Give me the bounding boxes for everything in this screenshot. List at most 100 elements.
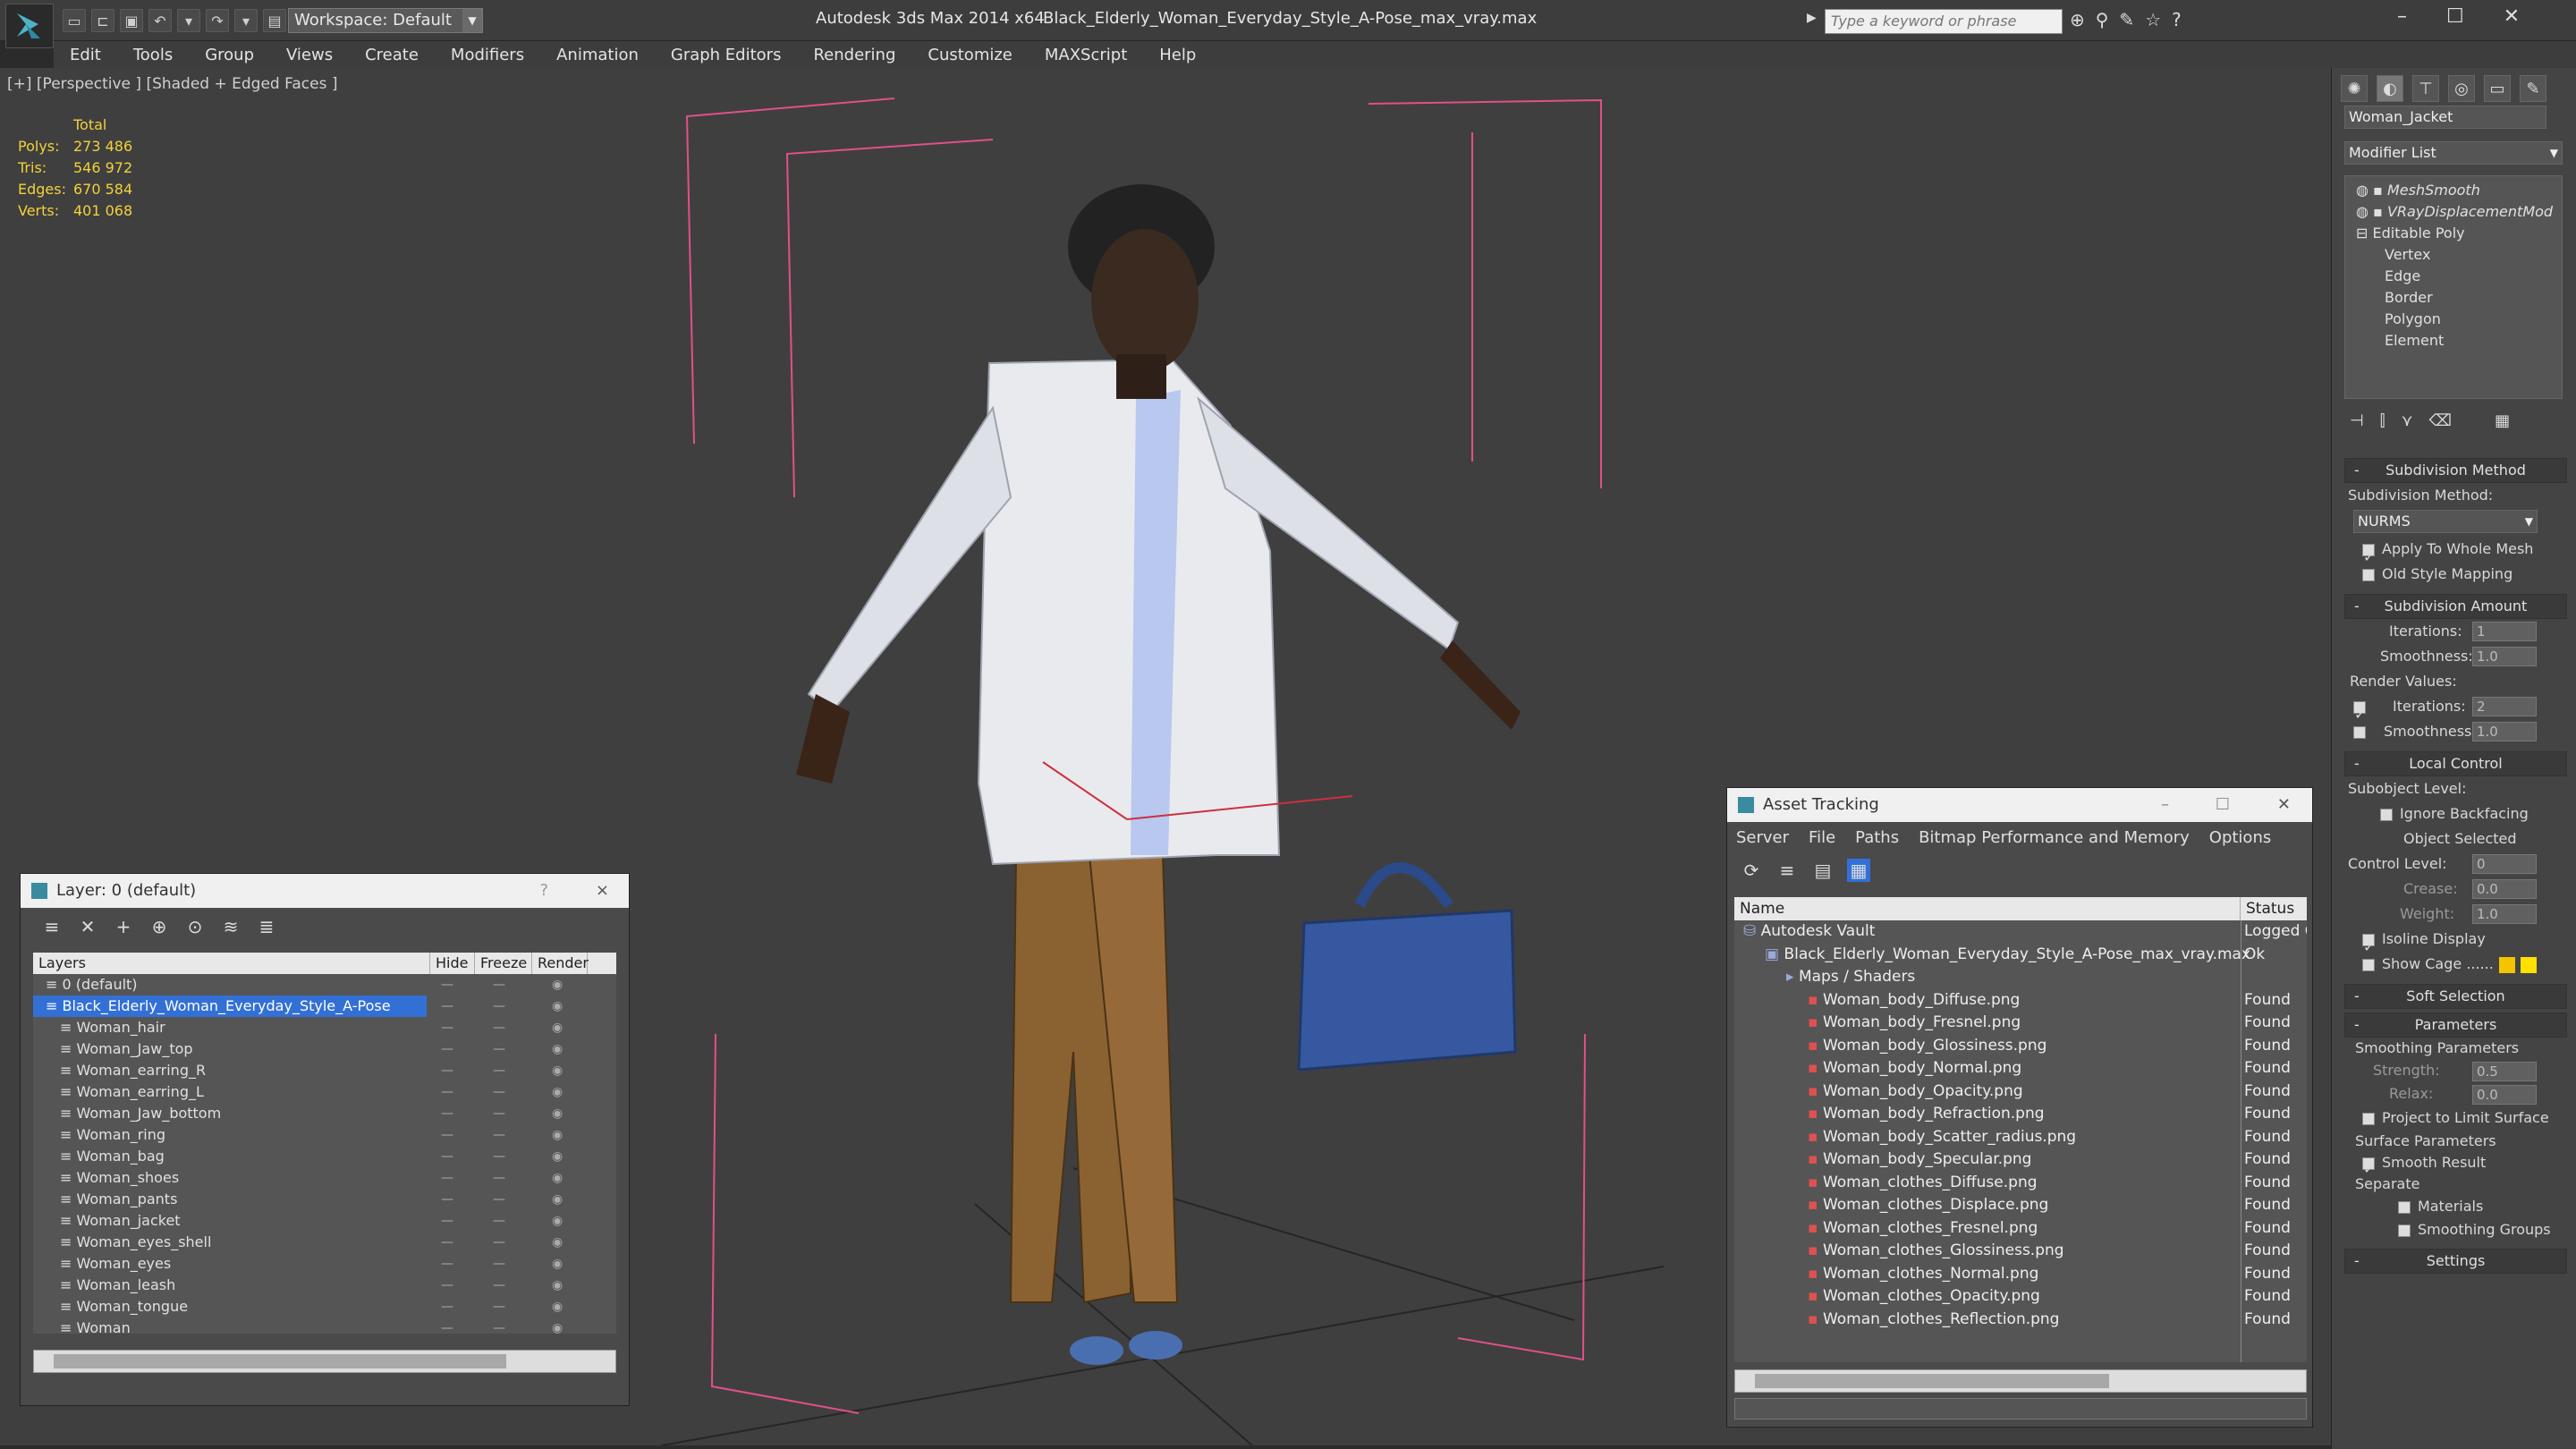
render-toggle-icon[interactable]: ◉: [552, 999, 563, 1013]
col-freeze[interactable]: Freeze: [475, 953, 532, 974]
col-name[interactable]: Name: [1734, 897, 2241, 920]
menu-maxscript[interactable]: MAXScript: [1029, 46, 1143, 64]
asset-row[interactable]: ▣ Black_Elderly_Woman_Everyday_Style_A-P…: [1734, 944, 2307, 967]
freeze-toggle-icon[interactable]: —: [493, 1257, 505, 1271]
hide-toggle-icon[interactable]: —: [441, 1321, 453, 1334]
cage-selected-color-swatch[interactable]: [2520, 956, 2537, 973]
menu-graph-editors[interactable]: Graph Editors: [655, 46, 798, 64]
layer-row[interactable]: ≡ 0 (default) — — ◉: [33, 974, 616, 996]
col-status[interactable]: Status: [2241, 897, 2294, 920]
menu-tools[interactable]: Tools: [117, 46, 189, 64]
layer-row[interactable]: ≡ Woman_earring_R — — ◉: [33, 1060, 616, 1081]
layer-row[interactable]: ≡ Woman_tongue — — ◉: [33, 1296, 616, 1318]
modify-tab-icon[interactable]: ◐: [2377, 75, 2403, 102]
asset-row[interactable]: ▪ Woman_body_Opacity.png Found: [1734, 1080, 2307, 1104]
workspace-dropdown[interactable]: Workspace: Default ▼: [288, 8, 483, 33]
close-icon[interactable]: ✕: [2277, 788, 2291, 822]
create-tab-icon[interactable]: ✺: [2341, 75, 2368, 102]
layer-row[interactable]: ≡ Woman_leash — — ◉: [33, 1275, 616, 1296]
app-logo-button[interactable]: [5, 4, 54, 48]
minimize-icon[interactable]: –: [2397, 5, 2407, 28]
asset-row[interactable]: ▪ Woman_body_Fresnel.png Found: [1734, 1012, 2307, 1035]
render-iterations-spinner[interactable]: 2: [2472, 697, 2537, 716]
freeze-toggle-icon[interactable]: —: [493, 1042, 505, 1056]
asset-menu-paths[interactable]: Paths: [1855, 828, 1899, 847]
hide-toggle-icon[interactable]: —: [441, 1214, 453, 1228]
hide-toggle-icon[interactable]: —: [441, 1063, 453, 1078]
hide-toggle-icon[interactable]: —: [441, 1235, 453, 1250]
menu-rendering[interactable]: Rendering: [797, 46, 911, 64]
minimize-icon[interactable]: –: [2161, 788, 2169, 822]
menu-animation[interactable]: Animation: [540, 46, 655, 64]
render-toggle-icon[interactable]: ◉: [552, 1063, 563, 1078]
layer-row[interactable]: ≡ Woman_pants — — ◉: [33, 1189, 616, 1210]
render-toggle-icon[interactable]: ◉: [552, 1214, 563, 1228]
remove-modifier-icon[interactable]: ⌫: [2429, 411, 2452, 435]
freeze-toggle-icon[interactable]: —: [493, 1171, 505, 1185]
motion-tab-icon[interactable]: ◎: [2448, 75, 2475, 102]
asset-path-field[interactable]: [1734, 1398, 2307, 1419]
layer-row[interactable]: ≡ Woman_jacket — — ◉: [33, 1210, 616, 1232]
table-view-icon[interactable]: ▦: [1847, 859, 1870, 882]
asset-row[interactable]: ▪ Woman_body_Scatter_radius.png Found: [1734, 1126, 2307, 1149]
relax-spinner[interactable]: 0.0: [2472, 1085, 2537, 1105]
hide-toggle-icon[interactable]: —: [441, 1106, 453, 1121]
detail-view-icon[interactable]: ▤: [1811, 859, 1835, 882]
layer-row[interactable]: ≡ Woman_hair — — ◉: [33, 1017, 616, 1038]
show-cage-checkbox[interactable]: Show Cage ......: [2344, 952, 2567, 977]
hide-toggle-icon[interactable]: —: [441, 1085, 453, 1099]
freeze-toggle-icon[interactable]: —: [493, 1321, 505, 1334]
refresh-icon[interactable]: ⟳: [1740, 859, 1763, 882]
asset-row[interactable]: ▪ Woman_clothes_Normal.png Found: [1734, 1263, 2307, 1286]
layer-row[interactable]: ≡ Woman_eyes_shell — — ◉: [33, 1232, 616, 1253]
search-input[interactable]: Type a keyword or phrase: [1825, 9, 2063, 34]
undo-icon[interactable]: ↶: [148, 9, 172, 32]
modifier-stack-item[interactable]: Vertex: [2345, 244, 2562, 266]
asset-row[interactable]: ▪ Woman_clothes_Glossiness.png Found: [1734, 1240, 2307, 1263]
freeze-toggle-icon[interactable]: —: [493, 1063, 505, 1078]
freeze-toggle-icon[interactable]: —: [493, 1192, 505, 1207]
menu-create[interactable]: Create: [349, 46, 435, 64]
light-bulb-icon[interactable]: ◍ ▪: [2356, 203, 2387, 220]
open-file-icon[interactable]: ⊏: [91, 9, 114, 32]
modifier-stack-item[interactable]: ◍ ▪ MeshSmooth: [2345, 180, 2562, 201]
hide-toggle-icon[interactable]: —: [441, 1192, 453, 1207]
light-bulb-icon[interactable]: ◍ ▪: [2356, 182, 2387, 199]
hide-all-icon[interactable]: ≋: [219, 915, 242, 938]
hierarchy-tab-icon[interactable]: ⊤: [2412, 75, 2439, 102]
asset-row[interactable]: ▪ Woman_clothes_Displace.png Found: [1734, 1194, 2307, 1217]
smoothness-spinner[interactable]: 1.0: [2472, 647, 2537, 666]
asset-menu-bitmap[interactable]: Bitmap Performance and Memory: [1919, 828, 2190, 847]
perspective-viewport[interactable]: [+] [Perspective ] [Shaded + Edged Faces…: [0, 68, 2331, 1445]
render-toggle-icon[interactable]: ◉: [552, 1042, 563, 1056]
hide-toggle-icon[interactable]: —: [441, 1128, 453, 1142]
freeze-toggle-icon[interactable]: —: [493, 1106, 505, 1121]
smoothing-groups-checkbox[interactable]: Smoothing Groups: [2344, 1218, 2567, 1241]
undo-dropdown-icon[interactable]: ▾: [177, 9, 200, 32]
old-style-mapping-checkbox[interactable]: Old Style Mapping: [2344, 562, 2567, 587]
add-to-layer-icon[interactable]: +: [112, 915, 135, 938]
pin-stack-icon[interactable]: ⊣: [2350, 411, 2364, 435]
close-icon[interactable]: ✕: [2504, 5, 2520, 28]
help-icon[interactable]: ?: [2172, 9, 2182, 30]
render-toggle-icon[interactable]: ◉: [552, 1192, 563, 1207]
asset-row[interactable]: ▪ Woman_body_Refraction.png Found: [1734, 1103, 2307, 1126]
asset-row[interactable]: ▪ Woman_clothes_Opacity.png Found: [1734, 1285, 2307, 1309]
col-hide[interactable]: Hide: [430, 953, 475, 974]
layer-horizontal-scrollbar[interactable]: [33, 1350, 616, 1373]
hide-toggle-icon[interactable]: —: [441, 1278, 453, 1292]
freeze-toggle-icon[interactable]: —: [493, 1278, 505, 1292]
delete-layer-icon[interactable]: ✕: [76, 915, 99, 938]
layer-row[interactable]: ≡ Woman_bag — — ◉: [33, 1146, 616, 1167]
asset-menu-server[interactable]: Server: [1736, 828, 1789, 847]
col-render[interactable]: Render: [532, 953, 589, 974]
hide-toggle-icon[interactable]: —: [441, 1021, 453, 1035]
object-name-field[interactable]: Woman_Jacket: [2344, 106, 2546, 129]
menu-group[interactable]: Group: [189, 46, 270, 64]
hide-toggle-icon[interactable]: —: [441, 978, 453, 992]
utilities-tab-icon[interactable]: ✎: [2520, 75, 2546, 102]
asset-horizontal-scrollbar[interactable]: [1734, 1369, 2307, 1393]
render-toggle-icon[interactable]: ◉: [552, 1278, 563, 1292]
freeze-toggle-icon[interactable]: —: [493, 1128, 505, 1142]
freeze-toggle-icon[interactable]: —: [493, 1235, 505, 1250]
